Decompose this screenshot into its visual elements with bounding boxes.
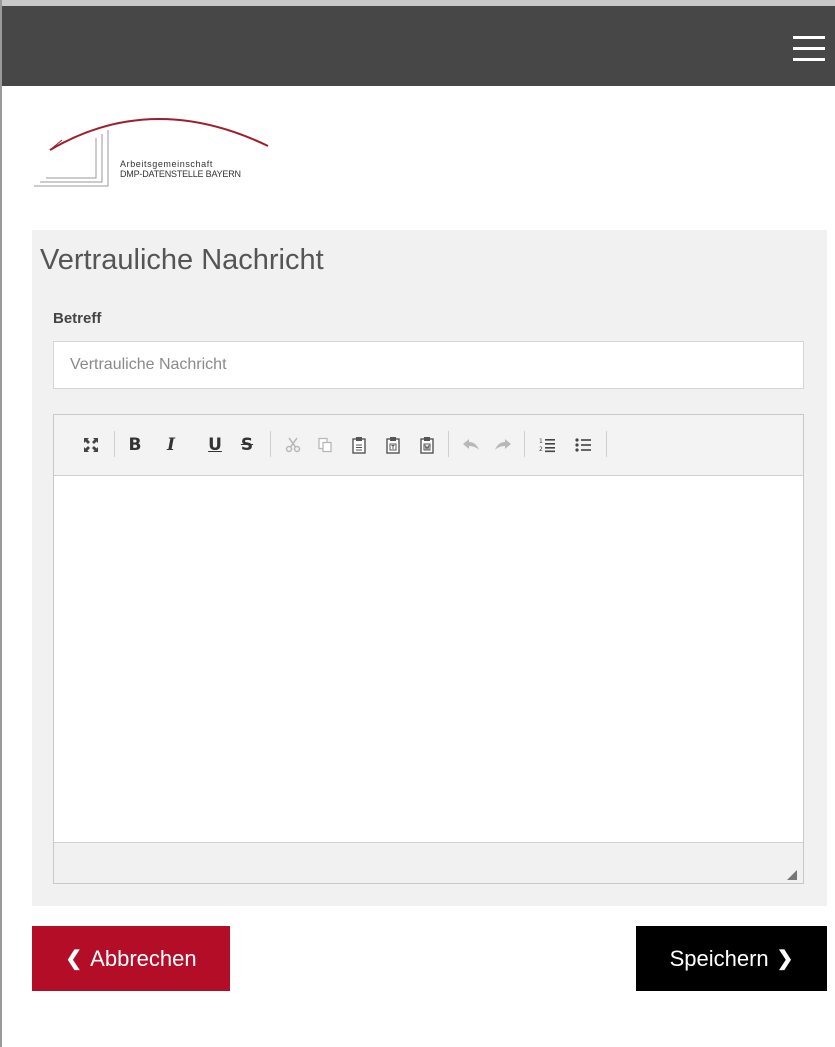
editor-content-area[interactable] bbox=[54, 476, 803, 842]
undo-icon[interactable] bbox=[458, 431, 484, 459]
editor-toolbar: B I U S 1 2 bbox=[54, 415, 803, 476]
italic-label: I bbox=[167, 435, 175, 455]
copy-icon[interactable] bbox=[312, 431, 338, 459]
toolbar-separator bbox=[270, 431, 271, 457]
toolbar-separator bbox=[448, 431, 449, 457]
logo-text-line2: DMP-DATENSTELLE BAYERN bbox=[120, 169, 241, 179]
numbered-list-icon[interactable]: 1 2 bbox=[534, 431, 560, 459]
logo-text-line1: Arbeitsgemeinschaft bbox=[120, 159, 213, 169]
save-button[interactable]: Speichern ❯ bbox=[636, 926, 827, 991]
page-title: Vertrauliche Nachricht bbox=[40, 244, 324, 276]
bold-icon[interactable]: B bbox=[122, 431, 148, 459]
cut-icon[interactable] bbox=[280, 431, 306, 459]
underline-label: U bbox=[208, 435, 222, 455]
cancel-button-label: Abbrechen bbox=[90, 945, 197, 971]
organization-logo: Arbeitsgemeinschaft DMP-DATENSTELLE BAYE… bbox=[32, 100, 292, 190]
top-navigation-bar bbox=[2, 0, 835, 86]
resize-handle-icon[interactable] bbox=[787, 867, 797, 880]
hamburger-menu-icon[interactable] bbox=[793, 36, 825, 62]
paste-word-icon[interactable] bbox=[414, 431, 440, 459]
toolbar-separator bbox=[606, 431, 607, 457]
rich-text-editor: B I U S 1 2 bbox=[53, 414, 804, 884]
chevron-right-icon: ❯ bbox=[776, 948, 794, 970]
strikethrough-icon[interactable]: S bbox=[234, 431, 260, 459]
svg-text:2: 2 bbox=[539, 446, 543, 453]
chevron-left-icon: ❮ bbox=[65, 948, 83, 970]
save-button-label: Speichern bbox=[669, 945, 769, 971]
maximize-icon[interactable] bbox=[78, 431, 104, 459]
cancel-button[interactable]: ❮ Abbrechen bbox=[32, 926, 230, 991]
underline-icon[interactable]: U bbox=[202, 431, 228, 459]
paste-text-icon[interactable] bbox=[380, 431, 406, 459]
paste-icon[interactable] bbox=[346, 431, 372, 459]
toolbar-separator bbox=[524, 431, 525, 457]
italic-icon[interactable]: I bbox=[158, 431, 184, 459]
strikethrough-label: S bbox=[240, 435, 254, 455]
redo-icon[interactable] bbox=[490, 431, 516, 459]
editor-status-bar bbox=[54, 842, 803, 883]
page: Arbeitsgemeinschaft DMP-DATENSTELLE BAYE… bbox=[0, 0, 835, 1047]
subject-label: Betreff bbox=[53, 310, 102, 327]
bulleted-list-icon[interactable] bbox=[570, 431, 596, 459]
message-form-panel: Vertrauliche Nachricht Betreff Vertrauli… bbox=[32, 230, 827, 906]
svg-text:1: 1 bbox=[539, 438, 543, 445]
subject-input[interactable] bbox=[53, 341, 804, 389]
toolbar-separator bbox=[114, 431, 115, 457]
bold-label: B bbox=[128, 435, 142, 455]
logo-text: Arbeitsgemeinschaft DMP-DATENSTELLE BAYE… bbox=[120, 159, 241, 179]
